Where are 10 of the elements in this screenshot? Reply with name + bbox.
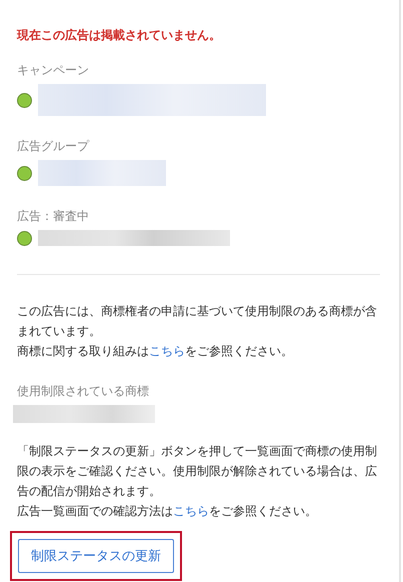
help-link[interactable]: こちら [173,504,209,518]
instruction-text: 「制限ステータスの更新」ボタンを押して一覧画面で商標の使用制限の表示をご確認ください。使用制限が解除されている場合は、広告の配信が開始されます。 広告一覧画面での確認方法は こちら をご参照ください。 [17,443,378,520]
field-label: 広告グループ [17,138,90,154]
field-label: 使用制限されている商標 [17,383,150,399]
field-label: 広告：審査中 [17,208,90,224]
notice-text: この広告には、商標権者の申請に基づいて使用制限のある商標が含まれています。 商標に関する取り組みは こちら をご参照ください。 [17,303,378,360]
alert-message: 現在この広告は掲載されていません。 [17,27,222,44]
update-status-button[interactable]: 制限ステータスの更新 [18,539,174,573]
field-label: キャンペーン [17,62,90,78]
help-link[interactable]: こちら [149,344,185,358]
